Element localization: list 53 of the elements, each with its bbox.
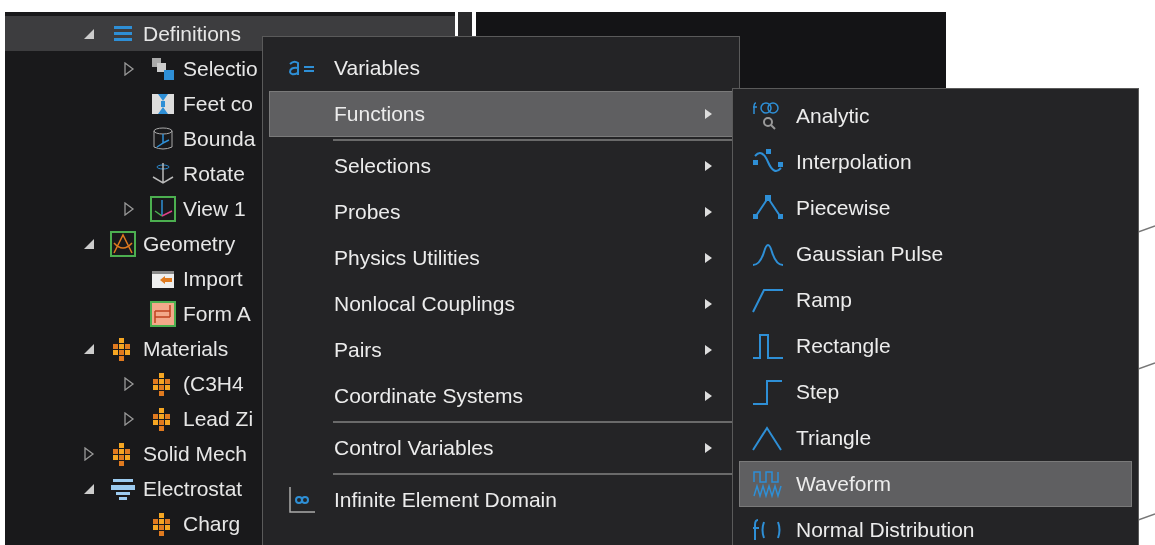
menu-item[interactable]: Normal Distribution <box>739 507 1132 545</box>
tree-item-label: Form A <box>183 300 251 327</box>
menu-item[interactable]: Piecewise <box>739 185 1132 231</box>
model-edge-line <box>1138 362 1155 370</box>
collapsed-arrow-icon[interactable] <box>83 446 95 461</box>
menu-item[interactable]: Ramp <box>739 277 1132 323</box>
cylinder-axes-icon <box>150 125 176 152</box>
tree-item-label: Electrostat <box>143 475 243 502</box>
tree-item-label: Bounda <box>183 125 256 152</box>
menu-item[interactable]: Probes <box>269 189 733 235</box>
tree-item-label: Geometry <box>143 230 236 257</box>
expanded-arrow-icon[interactable] <box>83 27 95 40</box>
collapsed-arrow-icon[interactable] <box>123 411 135 426</box>
cubes-icon <box>150 55 176 82</box>
menu-item[interactable]: Functions <box>269 91 733 137</box>
menu-item[interactable]: Interpolation <box>739 139 1132 185</box>
menu-item[interactable]: Step <box>739 369 1132 415</box>
expanded-arrow-icon[interactable] <box>83 237 95 250</box>
menu-item[interactable]: Nonlocal Couplings <box>269 281 733 327</box>
model-edge-line <box>1138 513 1155 521</box>
form-assembly-icon <box>150 300 176 327</box>
collapsed-arrow-icon[interactable] <box>123 201 135 216</box>
collapsed-arrow-icon[interactable] <box>123 61 135 76</box>
tree-item-label: Definitions <box>143 20 242 47</box>
tree-item-label: Feet co <box>183 90 254 117</box>
tree-item-label: (C3H4 <box>183 370 244 397</box>
menu-item[interactable]: Waveform <box>739 461 1132 507</box>
anchor-icon <box>150 160 176 187</box>
collapsed-arrow-icon[interactable] <box>123 376 135 391</box>
geometry-icon <box>110 230 136 257</box>
menu-item[interactable]: Gaussian Pulse <box>739 231 1132 277</box>
tree-item-label: Materials <box>143 335 229 362</box>
infinite-domain-icon <box>287 485 317 515</box>
tree-item-label: View 1 <box>183 195 246 222</box>
menu-item[interactable]: Analytic <box>739 93 1132 139</box>
menu-item[interactable]: Rectangle <box>739 323 1132 369</box>
menu-item[interactable]: Triangle <box>739 415 1132 461</box>
menu-item[interactable]: Control Variables <box>269 425 733 471</box>
tree-item-label: Selectio <box>183 55 258 82</box>
expanded-arrow-icon[interactable] <box>83 342 95 355</box>
tree-item-label: Solid Mech <box>143 440 247 467</box>
menu-item[interactable]: Coordinate Systems <box>269 373 733 419</box>
tree-item-label: Rotate <box>183 160 245 187</box>
menu-item[interactable]: Physics Utilities <box>269 235 733 281</box>
view-axes-icon <box>150 195 176 222</box>
model-edge-line <box>1138 225 1155 233</box>
tree-item-label: Charg <box>183 510 241 537</box>
tree-item-label: Import <box>183 265 243 292</box>
menu-item[interactable]: Pairs <box>269 327 733 373</box>
expanded-arrow-icon[interactable] <box>83 482 95 495</box>
variables-icon <box>287 58 317 78</box>
waveform-icon <box>752 468 784 500</box>
tree-item-label: Lead Zi <box>183 405 254 432</box>
